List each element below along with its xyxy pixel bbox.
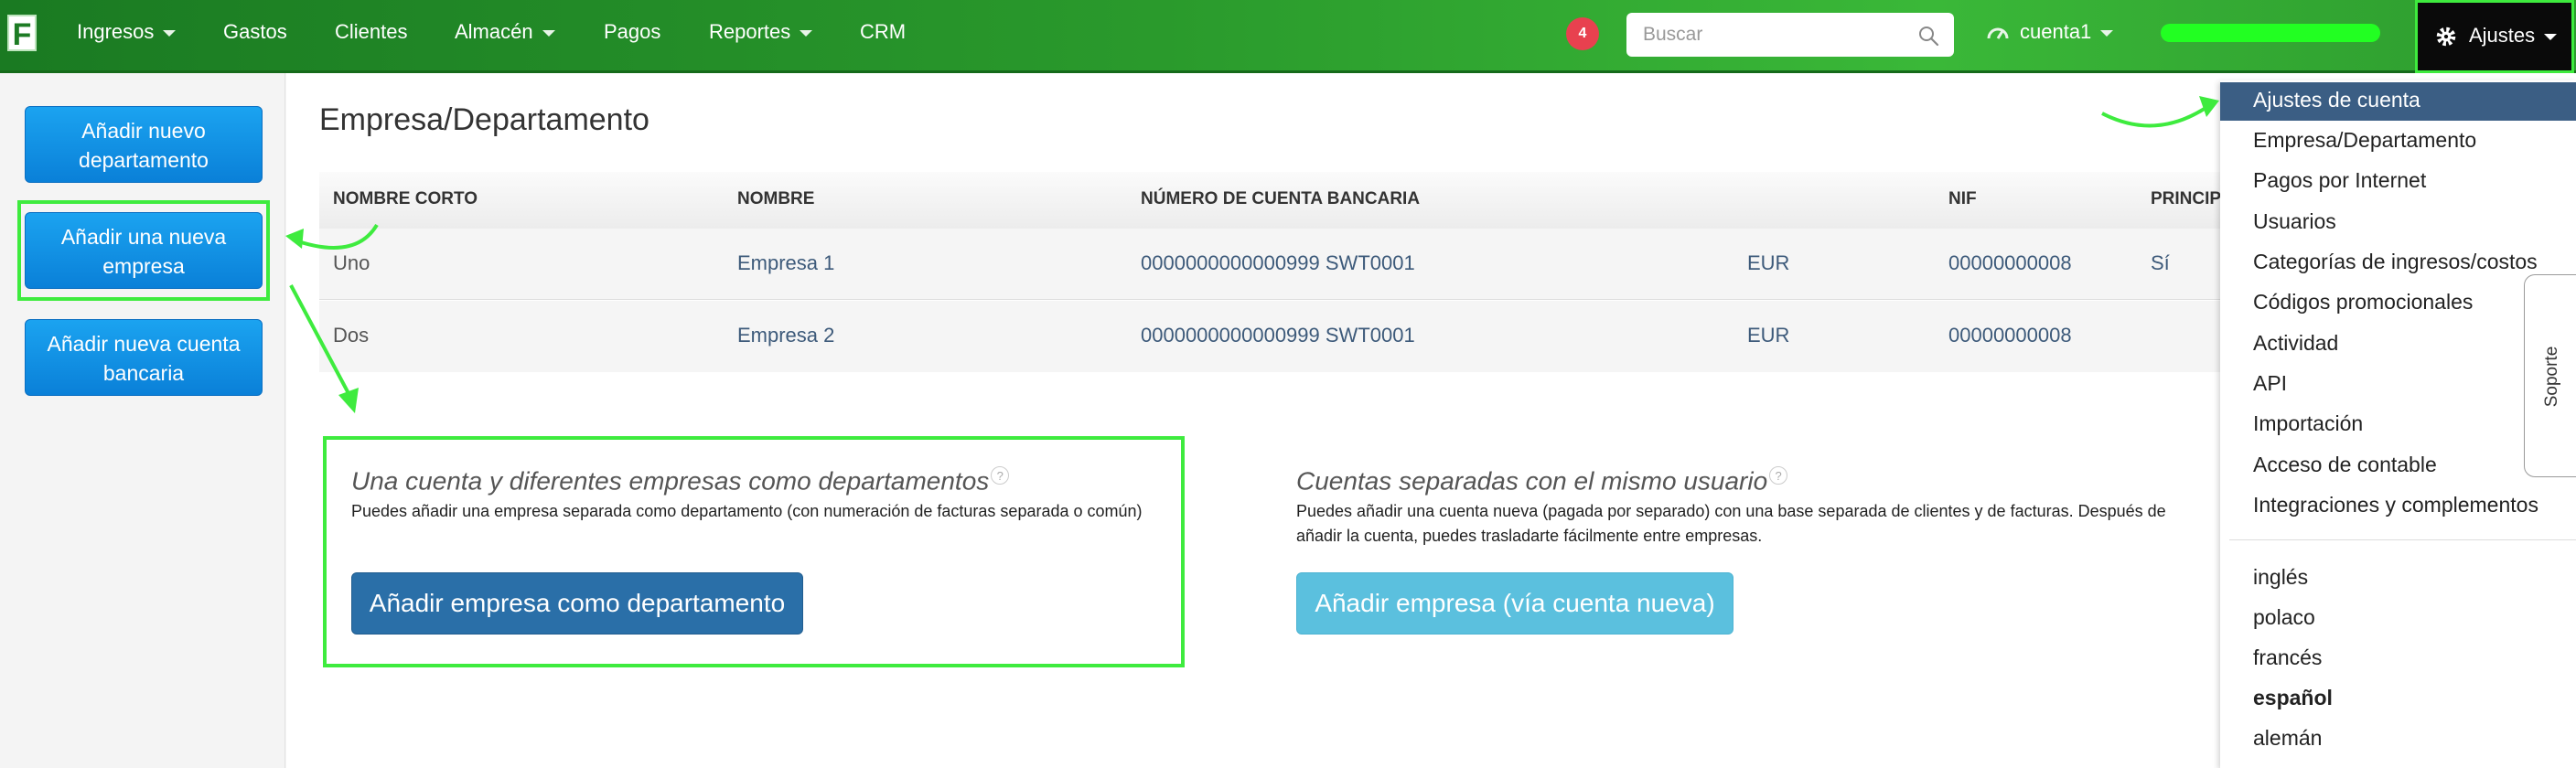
arrow-to-department-option: [289, 284, 352, 398]
annotation-arrows: [285, 96, 2219, 413]
arrow-to-add-company: [292, 223, 379, 250]
arrow-to-account-settings: [2101, 101, 2216, 128]
